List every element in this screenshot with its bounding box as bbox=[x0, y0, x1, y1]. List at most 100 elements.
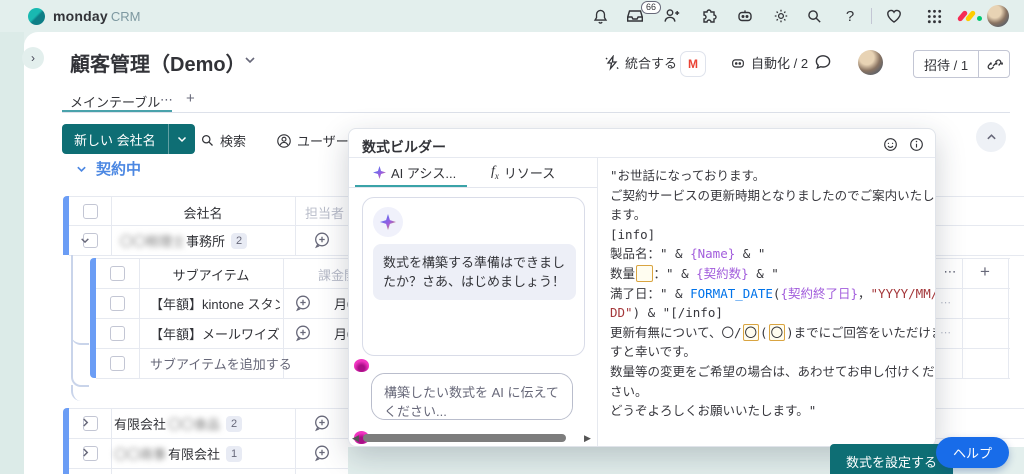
add-conversation-icon[interactable] bbox=[313, 444, 331, 462]
new-item-button[interactable]: 新しい 会社名 bbox=[62, 130, 168, 149]
group-title[interactable]: 契約中 bbox=[96, 158, 141, 179]
add-conversation-icon[interactable] bbox=[294, 324, 312, 342]
integrate-label: 統合する bbox=[625, 53, 677, 72]
person-filter-button[interactable]: ユーザー bbox=[276, 131, 349, 150]
ai-assistant-card: 数式を構築する準備はできましたか？さあ、はじめましょう！ bbox=[362, 197, 585, 356]
subitem-name: 【年額】kintone スタンダ... bbox=[150, 294, 280, 313]
marketplace-puzzle-icon[interactable] bbox=[699, 6, 719, 26]
dialog-tabs: AI アシス... fx リソース bbox=[349, 157, 597, 188]
scroll-left-arrow[interactable]: ◀ bbox=[352, 433, 359, 444]
company-row-3[interactable]: 〇〇商事 有限会社 1 bbox=[100, 444, 242, 463]
tabs-divider bbox=[62, 112, 1010, 113]
invite-members-icon[interactable] bbox=[662, 6, 682, 26]
board-owner-avatar[interactable] bbox=[858, 50, 883, 75]
assistant-robot-icon[interactable] bbox=[735, 6, 755, 26]
subitem-date-clipped: 月0 bbox=[334, 294, 348, 313]
board-chat-icon[interactable] bbox=[814, 53, 832, 71]
add-subitem-row[interactable]: サブアイテムを追加する bbox=[150, 354, 292, 373]
blurred-company-name: 〇〇商事 bbox=[114, 444, 166, 463]
formula-editor[interactable]: "お世話になっております。ご契約サービスの更新時期となりましたのでご案内いたしま… bbox=[598, 157, 935, 446]
clipped-cell-content: ⋯ bbox=[940, 326, 951, 339]
tab-main-table[interactable]: メインテーブル bbox=[70, 92, 160, 111]
notifications-bell-icon[interactable] bbox=[590, 6, 610, 26]
board-title-chevron-icon[interactable] bbox=[244, 56, 256, 64]
column-header-company[interactable]: 会社名 bbox=[111, 203, 295, 222]
subitem-row-checkbox[interactable] bbox=[110, 326, 125, 341]
help-question-icon[interactable]: ? bbox=[840, 6, 860, 26]
ai-prompt-input[interactable] bbox=[371, 373, 573, 420]
set-formula-button[interactable]: 数式を設定する bbox=[830, 444, 953, 474]
search-button[interactable]: 検索 bbox=[200, 131, 246, 150]
subitem-add-column-button[interactable]: + bbox=[962, 262, 1008, 282]
subitem-row-b[interactable]: 【年額】メールワイズ ス... bbox=[150, 324, 280, 343]
info-icon[interactable] bbox=[909, 137, 924, 152]
scroll-top-button[interactable] bbox=[976, 122, 1006, 152]
select-all-checkbox[interactable] bbox=[83, 204, 98, 219]
group-collapse-chevron-icon[interactable] bbox=[76, 165, 87, 173]
board-more-button[interactable]: ⋯ bbox=[988, 54, 1006, 74]
monday-logo-icon[interactable] bbox=[28, 8, 45, 25]
ai-message-bubble: 数式を構築する準備はできましたか？さあ、はじめましょう！ bbox=[373, 244, 576, 300]
expand-sidebar-button[interactable]: › bbox=[22, 47, 44, 69]
subitem-more-column-header[interactable]: ⋯ bbox=[938, 264, 962, 280]
monday-color-logo-icon bbox=[958, 7, 984, 25]
tab-more-button[interactable]: ⋯ bbox=[160, 92, 173, 108]
company-row-1[interactable]: 〇〇税理士事務所 2 bbox=[100, 231, 247, 250]
integration-zap-icon bbox=[604, 55, 620, 71]
fx-icon: fx bbox=[491, 164, 499, 181]
column-header-owner-clipped[interactable]: 担当者 bbox=[305, 203, 348, 222]
user-avatar[interactable] bbox=[987, 5, 1009, 27]
company-row-2[interactable]: 有限会社 〇〇食品 2 bbox=[100, 414, 242, 433]
dialog-left-panel: AI アシス... fx リソース 数式を構築する準備はできましたか？さあ、はじ… bbox=[349, 157, 598, 446]
subitem-row-checkbox[interactable] bbox=[110, 296, 125, 311]
row-collapse-chevron-icon[interactable] bbox=[80, 237, 90, 244]
scroll-right-arrow[interactable]: ▶ bbox=[584, 433, 591, 444]
add-conversation-icon[interactable] bbox=[313, 414, 331, 432]
board-title[interactable]: 顧客管理（Demo） bbox=[70, 48, 246, 77]
horizontal-scrollbar-thumb[interactable] bbox=[363, 434, 566, 442]
add-conversation-icon[interactable] bbox=[294, 294, 312, 312]
row-expand-chevron-icon[interactable] bbox=[82, 417, 89, 428]
blurred-company-name: 〇〇税理士 bbox=[120, 231, 185, 250]
company-name-suffix: 事務所 bbox=[186, 231, 225, 250]
tab-add-button[interactable]: + bbox=[186, 90, 195, 107]
subitem-column-header[interactable]: サブアイテム bbox=[139, 265, 283, 284]
feedback-smiley-icon[interactable] bbox=[883, 137, 898, 152]
tab-ai-label: AI アシス... bbox=[391, 163, 456, 182]
subitem-count-badge: 2 bbox=[226, 416, 242, 432]
subitem-count-badge: 2 bbox=[231, 233, 247, 249]
ai-sparkle-icon bbox=[373, 166, 386, 179]
add-subitem-checkbox[interactable] bbox=[110, 356, 125, 371]
active-tab-indicator bbox=[62, 110, 172, 112]
new-item-button-group: 新しい 会社名 bbox=[62, 124, 195, 154]
dialog-title: 数式ビルダー bbox=[362, 137, 446, 157]
new-item-dropdown-button[interactable] bbox=[168, 124, 195, 154]
row-expand-chevron-icon[interactable] bbox=[82, 447, 89, 458]
person-filter-label: ユーザー bbox=[297, 131, 349, 150]
integrate-button[interactable]: 統合する bbox=[604, 53, 677, 72]
settings-gear-icon[interactable] bbox=[771, 6, 791, 26]
screen: monday CRM 66 ? › 顧 bbox=[0, 0, 1024, 474]
tab-ai-assistant[interactable]: AI アシス... bbox=[373, 157, 456, 187]
company-name-suffix: 有限会社 bbox=[168, 444, 220, 463]
company-name-prefix: 有限会社 bbox=[114, 414, 166, 433]
subitem-date-clipped: 月0 bbox=[334, 324, 348, 343]
search-icon bbox=[200, 133, 215, 148]
subitem-select-all-checkbox[interactable] bbox=[110, 266, 125, 281]
active-dialog-tab-indicator bbox=[355, 185, 467, 187]
brand-name: monday bbox=[53, 8, 108, 24]
heart-icon[interactable] bbox=[884, 6, 904, 26]
apps-grid-icon[interactable] bbox=[924, 6, 944, 26]
subitem-column-date-clipped[interactable]: 課金開 bbox=[318, 265, 348, 284]
invite-button[interactable]: 招待 / 1 bbox=[914, 51, 979, 77]
subitem-connector bbox=[71, 255, 89, 387]
search-label: 検索 bbox=[220, 131, 246, 150]
help-button[interactable]: ヘルプ bbox=[936, 437, 1009, 468]
search-icon[interactable] bbox=[804, 6, 824, 26]
automation-button[interactable]: 自動化 / 2 bbox=[730, 53, 808, 72]
gmail-m-letter: M bbox=[688, 57, 698, 71]
subitem-row-a[interactable]: 【年額】kintone スタンダ... bbox=[150, 294, 280, 313]
add-conversation-icon[interactable] bbox=[313, 231, 331, 249]
tab-resources[interactable]: fx リソース bbox=[491, 157, 555, 187]
gmail-integration-badge[interactable]: M bbox=[680, 51, 706, 77]
